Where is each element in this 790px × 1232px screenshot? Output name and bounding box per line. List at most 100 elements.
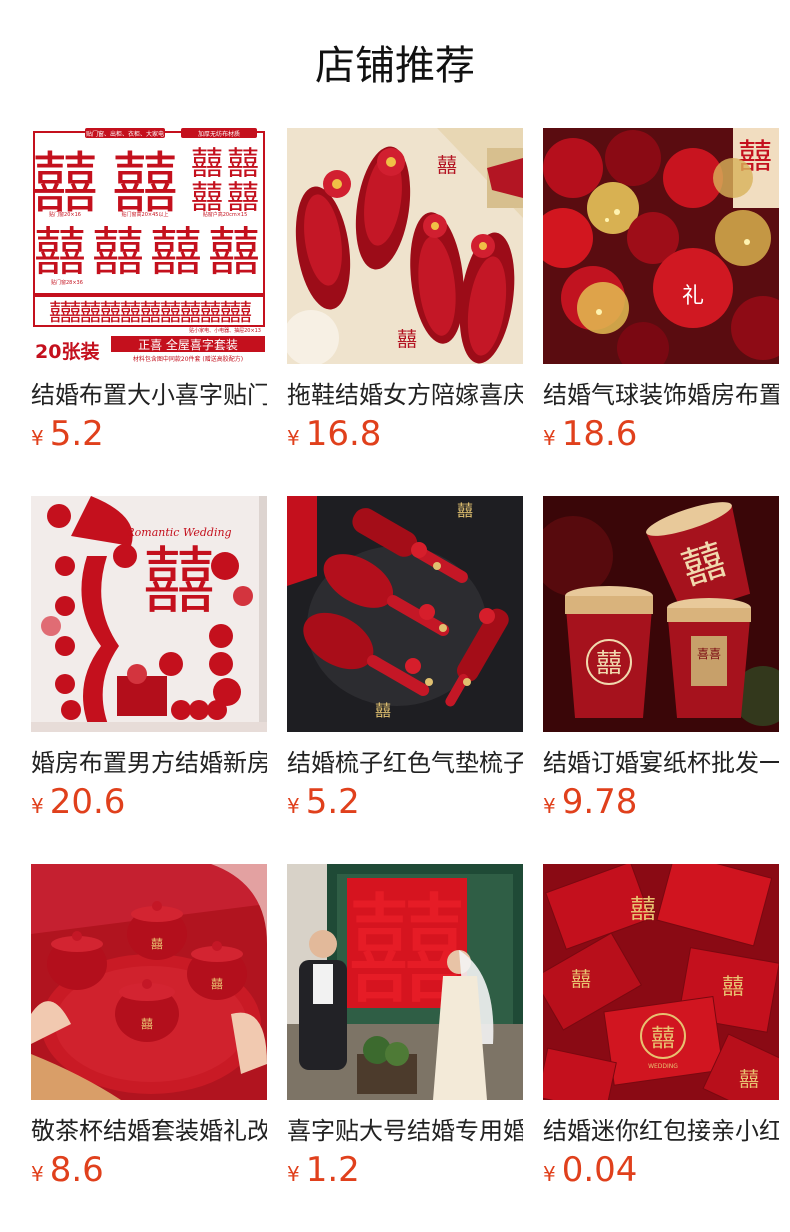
product-name[interactable]: 结婚气球装饰婚房布置套装: [543, 378, 779, 412]
price-value: 8.6: [49, 1150, 104, 1190]
xi-decor: 囍: [143, 539, 215, 623]
product-card[interactable]: 囍 囍 囍 敬茶杯结婚套装婚礼改口盖碗 ¥8.6: [31, 864, 267, 1196]
sticker-xi-small: 囍: [191, 178, 223, 216]
sticker-xi-large-1: 囍: [32, 145, 98, 222]
product-image[interactable]: 贴门窗、出柜、衣柜、大家电 加厚无纺布材质 囍 囍 囍 囍 囍 囍 贴门窗20×…: [31, 128, 267, 364]
xi-cup-print: 囍: [596, 649, 622, 679]
xi-cup-print: 囍: [211, 977, 223, 991]
price-value: 0.04: [561, 1150, 638, 1190]
xi-envelope-print: 囍: [630, 895, 656, 925]
product-card[interactable]: 囍 囍: [287, 496, 523, 828]
product-name[interactable]: 结婚迷你红包接亲小红包袋: [543, 1114, 779, 1148]
product-price: ¥1.2: [287, 1150, 523, 1196]
xi-cup-print: 囍: [141, 1017, 153, 1031]
product-price: ¥5.2: [31, 414, 267, 460]
product-price: ¥20.6: [31, 782, 267, 828]
sticker-size-label: 贴门窗20×16: [49, 211, 81, 218]
product-price: ¥5.2: [287, 782, 523, 828]
currency-symbol: ¥: [31, 1162, 44, 1186]
product-card[interactable]: 囍 喜字贴大号结婚专用婚房布置 ¥: [287, 864, 523, 1196]
price-value: 5.2: [305, 782, 360, 822]
product-name[interactable]: 敬茶杯结婚套装婚礼改口盖碗: [31, 1114, 267, 1148]
price-value: 5.2: [49, 414, 104, 454]
price-value: 1.2: [305, 1150, 360, 1190]
sticker-xi-small: 囍: [191, 144, 223, 182]
sticker-xi-row: 囍囍囍囍囍囍囍囍囍囍: [49, 300, 252, 326]
sticker-xi-medium: 囍: [208, 223, 260, 283]
tea-cup-set-image: 囍 囍 囍: [31, 864, 267, 1100]
product-image[interactable]: Romantic Wedding 囍: [31, 496, 267, 732]
sticker-xi-small: 囍: [227, 144, 259, 182]
price-value: 16.8: [305, 414, 382, 454]
wedding-sticker-set-image: 贴门窗、出柜、衣柜、大家电 加厚无纺布材质 囍 囍 囍 囍 囍 囍 贴门窗20×…: [31, 128, 267, 364]
paper-cups-image: 囍 囍 喜喜: [543, 496, 779, 732]
shop-recommend-page: 店铺推荐 贴门窗、出柜、衣柜、大家电 加厚无纺布材质 囍 囍 囍 囍 囍 囍 贴…: [0, 0, 790, 1232]
currency-symbol: ¥: [543, 426, 556, 450]
couple-xi-sticker-image: 囍: [287, 864, 523, 1100]
xi-decor: 囍: [457, 501, 473, 520]
sticker-xi-medium: 囍: [150, 223, 202, 283]
wedding-envelope-label: WEDDING: [648, 1063, 678, 1070]
product-name[interactable]: 结婚梳子红色气垫梳子陪嫁: [287, 746, 523, 780]
product-price: ¥16.8: [287, 414, 523, 460]
product-name[interactable]: 喜字贴大号结婚专用婚房布置: [287, 1114, 523, 1148]
sticker-count-label: 20张装: [35, 340, 99, 363]
product-name[interactable]: 结婚布置大小喜字贴门窗贴: [31, 378, 267, 412]
product-card[interactable]: Romantic Wedding 囍 婚房布置男方结婚新房 ¥ 20.6: [31, 496, 267, 828]
sticker-size-label: 贴门窗高20×45以上: [122, 211, 169, 218]
sticker-xi-large-2: 囍: [112, 145, 178, 222]
sticker-top-note: 贴门窗、出柜、衣柜、大家电: [86, 130, 164, 138]
product-card[interactable]: 囍 礼 结婚气球装饰婚房布置 ¥ 18.6: [543, 128, 779, 460]
product-image[interactable]: 囍 囍 喜喜: [543, 496, 779, 732]
product-price: ¥8.6: [31, 1150, 267, 1196]
sticker-material-note: 加厚无纺布材质: [198, 130, 240, 138]
product-image[interactable]: 囍 囍: [287, 496, 523, 732]
product-name[interactable]: 婚房布置男方结婚新房装饰: [31, 746, 267, 780]
product-price: ¥18.6: [543, 414, 779, 460]
currency-symbol: ¥: [287, 426, 300, 450]
product-name[interactable]: 结婚订婚宴纸杯批发一次性: [543, 746, 779, 780]
currency-symbol: ¥: [543, 1162, 556, 1186]
product-name[interactable]: 拖鞋结婚女方陪嫁喜庆红色: [287, 378, 523, 412]
product-price: ¥0.04: [543, 1150, 779, 1196]
price-value: 20.6: [49, 782, 126, 822]
xi-envelope-print: 囍: [571, 967, 591, 991]
currency-symbol: ¥: [543, 794, 556, 818]
mini-red-envelopes-image: 囍 囍 囍 囍 WEDDING 囍: [543, 864, 779, 1100]
product-price: ¥9.78: [543, 782, 779, 828]
sticker-banner: 正喜 全屋喜字套装: [138, 337, 238, 352]
sticker-size-label: 贴门窗28×36: [51, 279, 83, 286]
product-image[interactable]: 囍 礼: [543, 128, 779, 364]
xi-envelope-print: 囍: [651, 1024, 675, 1052]
product-card[interactable]: 贴门窗、出柜、衣柜、大家电 加厚无纺布材质 囍 囍 囍 囍 囍 囍 贴门窗20×…: [31, 128, 267, 460]
balloon-mark: 礼: [682, 284, 704, 309]
xi-cup-print: 囍: [151, 937, 163, 951]
product-image[interactable]: 囍 囍 囍 囍 WEDDING 囍: [543, 864, 779, 1100]
product-card[interactable]: 囍 囍: [287, 128, 523, 460]
red-combs-image: 囍 囍: [287, 496, 523, 732]
xi-envelope-print: 囍: [722, 975, 744, 1000]
xi-decor: 囍: [437, 153, 457, 177]
xi-decor: 囍: [397, 327, 417, 351]
red-balloons-image: 囍 礼: [543, 128, 779, 364]
currency-symbol: ¥: [31, 426, 44, 450]
xi-envelope-print: 囍: [739, 1067, 759, 1091]
product-card[interactable]: 囍 囍 囍 囍 WEDDING 囍 结婚迷你红包接亲小红包袋 ¥0.04: [543, 864, 779, 1196]
xi-decor: 囍: [375, 701, 391, 720]
sticker-xi-medium: 囍: [92, 223, 144, 283]
cup-label-text: 喜喜: [697, 647, 721, 661]
sticker-xi-small: 囍: [227, 178, 259, 216]
red-slippers-image: 囍 囍: [287, 128, 523, 364]
product-image[interactable]: 囍: [287, 864, 523, 1100]
currency-symbol: ¥: [287, 794, 300, 818]
currency-symbol: ¥: [31, 794, 44, 818]
currency-symbol: ¥: [287, 1162, 300, 1186]
sticker-note: 材料包含图中同款20件套 (赠送高胶配方): [133, 355, 243, 363]
page-title: 店铺推荐: [315, 43, 475, 89]
romantic-wedding-script: Romantic Wedding: [125, 526, 231, 539]
product-card[interactable]: 囍 囍 喜喜 结婚订婚宴纸杯批发一次性 ¥9.78: [543, 496, 779, 828]
product-image[interactable]: 囍 囍: [287, 128, 523, 364]
product-image[interactable]: 囍 囍 囍: [31, 864, 267, 1100]
wedding-room-decor-image: Romantic Wedding 囍: [31, 496, 267, 732]
sticker-size-label: 贴窗户高20cm×15: [203, 211, 248, 218]
